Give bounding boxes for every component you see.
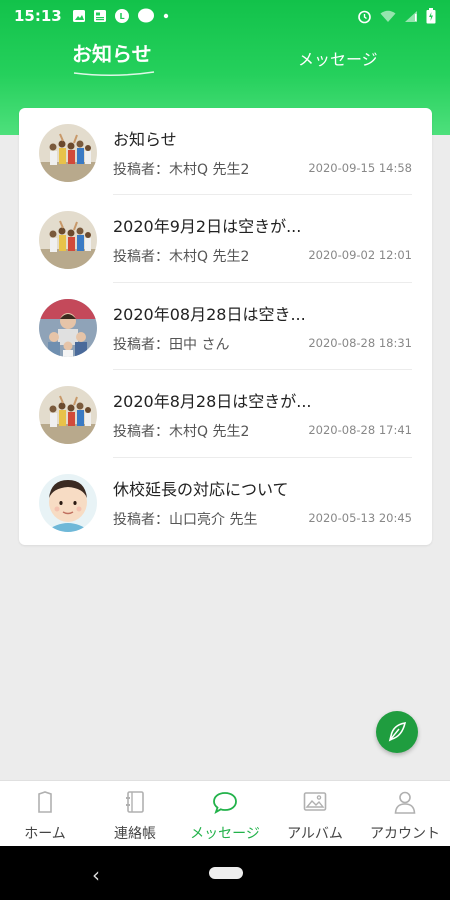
nav-home[interactable]: ホーム [0, 781, 90, 846]
header-tabs: お知らせ メッセージ [0, 32, 450, 82]
news-icon [93, 9, 107, 23]
item-author: 投稿者：木村Q 先生2 [113, 424, 250, 441]
item-title: 休校延長の対応について [113, 479, 289, 499]
item-date: 2020-09-15 14:58 [308, 161, 412, 175]
alarm-icon [357, 9, 372, 24]
avatar [39, 298, 97, 357]
notice-list: お知らせ 投稿者：木村Q 先生2 2020-09-15 14:58 2020年9… [19, 108, 432, 545]
battery-icon [426, 8, 436, 24]
nav-label: ホーム [24, 826, 66, 842]
signal-icon [404, 10, 418, 23]
nav-label: アルバム [287, 826, 343, 842]
notebook-icon [126, 791, 144, 813]
nav-messages[interactable]: メッセージ [180, 781, 270, 846]
compose-button[interactable] [376, 711, 418, 753]
item-title: 2020年8月28日は空きが... [113, 392, 312, 412]
nav-label: アカウント [370, 826, 440, 842]
avatar [39, 124, 97, 182]
photo-album-icon [303, 792, 327, 811]
list-item[interactable]: 休校延長の対応について 投稿者：山口亮介 先生 2020-05-13 20:45 [19, 458, 432, 545]
dot-icon [162, 12, 170, 20]
item-title: 2020年08月28日は空き... [113, 304, 306, 324]
bottom-nav: ホーム 連絡帳 メッセージ アルバム アカウント [0, 780, 450, 846]
item-author: 投稿者：木村Q 先生2 [113, 162, 250, 178]
item-title: 2020年9月2日は空きが... [113, 217, 302, 237]
speech-bubble-icon [213, 792, 237, 814]
feather-pen-icon [388, 722, 407, 742]
item-author: 投稿者：田中 さん [113, 336, 230, 353]
wifi-icon [380, 10, 396, 23]
item-date: 2020-09-02 12:01 [308, 248, 412, 263]
nav-label: 連絡帳 [114, 826, 156, 842]
item-author: 投稿者：木村Q 先生2 [113, 249, 250, 266]
status-icons-right [357, 8, 436, 24]
line-icon: L [114, 8, 130, 24]
nav-label: メッセージ [190, 826, 260, 842]
item-author: 投稿者：山口亮介 先生 [113, 511, 258, 528]
home-gesture-pill[interactable] [209, 867, 243, 879]
tab-messages[interactable]: メッセージ [298, 46, 378, 70]
image-icon [72, 9, 86, 23]
item-date: 2020-08-28 18:31 [308, 335, 412, 350]
back-button[interactable]: ‹ [92, 863, 100, 887]
nav-album[interactable]: アルバム [270, 781, 360, 846]
status-icons-left: L [72, 8, 170, 24]
avatar [39, 211, 97, 270]
tab-news[interactable]: お知らせ [72, 38, 152, 67]
item-date: 2020-05-13 20:45 [308, 510, 412, 525]
svg-text:L: L [119, 12, 124, 21]
list-item[interactable]: 2020年9月2日は空きが... 投稿者：木村Q 先生2 2020-09-02 … [19, 195, 432, 284]
avatar [39, 386, 97, 445]
nav-account[interactable]: アカウント [360, 781, 450, 846]
list-item[interactable]: 2020年8月28日は空きが... 投稿者：木村Q 先生2 2020-08-28… [19, 370, 432, 458]
status-bar: 15:13 L [0, 0, 450, 32]
app-screen: お知らせ メッセージ 15:13 L お知らせ 投稿者：木村Q 先生2 2020… [0, 0, 450, 900]
person-icon [394, 791, 416, 814]
item-date: 2020-08-28 17:41 [308, 423, 412, 438]
home-icon [38, 791, 52, 813]
item-title: お知らせ [113, 130, 177, 149]
status-time: 15:13 [14, 7, 62, 25]
nav-notebook[interactable]: 連絡帳 [90, 781, 180, 846]
list-item[interactable]: お知らせ 投稿者：木村Q 先生2 2020-09-15 14:58 [19, 108, 432, 196]
tab-active-underline [73, 71, 155, 77]
list-item[interactable]: 2020年08月28日は空き... 投稿者：田中 さん 2020-08-28 1… [19, 283, 432, 371]
system-nav-bar: ‹ [0, 846, 450, 900]
avatar [39, 473, 97, 532]
chat-bubble-icon [137, 8, 155, 24]
